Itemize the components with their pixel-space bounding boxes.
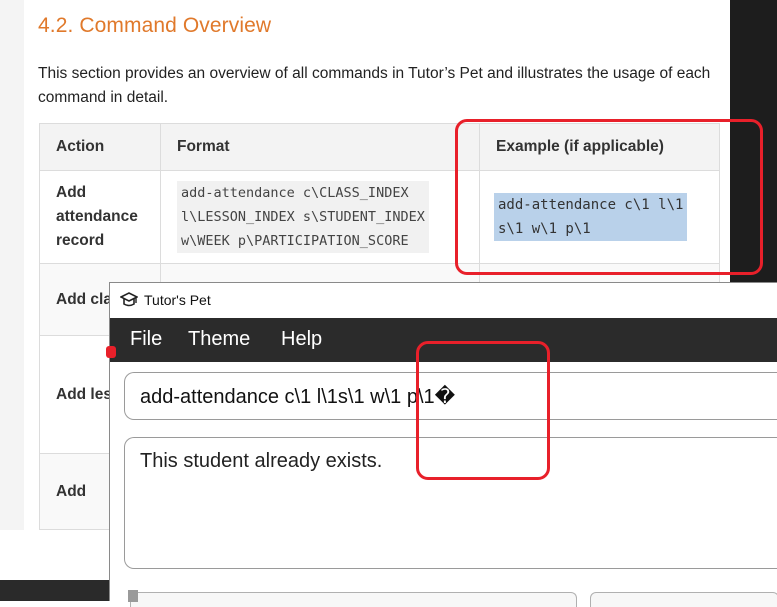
- action-line: Add: [56, 184, 87, 201]
- header-action: Action: [39, 123, 161, 171]
- result-message: This student already exists.: [140, 450, 383, 472]
- format-code[interactable]: add-attendance c\CLASS_INDEX l\LESSON_IN…: [177, 181, 429, 253]
- window-title: Tutor's Pet: [144, 292, 211, 308]
- section-intro: This section provides an overview of all…: [38, 65, 711, 106]
- menu-theme[interactable]: Theme: [188, 328, 250, 351]
- annotation-box-input: [416, 341, 550, 480]
- page-margin: [0, 0, 24, 530]
- command-input-text: add-attendance c\1 l\1s\1 w\1 p\1�: [140, 386, 456, 408]
- header-format: Format: [160, 123, 480, 171]
- window-titlebar[interactable]: Tutor's Pet: [110, 283, 777, 318]
- taskbar-edge: [0, 580, 112, 601]
- format-line: add-attendance c\CLASS_INDEX: [181, 185, 409, 201]
- action-line: attendance: [56, 208, 138, 225]
- menu-file[interactable]: File: [130, 328, 162, 351]
- format-line: w\WEEK p\PARTICIPATION_SCORE: [181, 233, 409, 249]
- list-panel-right[interactable]: [590, 592, 777, 607]
- scrollbar-thumb[interactable]: [128, 590, 138, 602]
- tutors-pet-app-icon: [120, 292, 138, 307]
- row-format-cell: add-attendance c\CLASS_INDEX l\LESSON_IN…: [160, 170, 480, 264]
- menu-help[interactable]: Help: [281, 328, 322, 351]
- format-line: l\LESSON_INDEX s\STUDENT_INDEX: [181, 209, 425, 225]
- section-title: 4.2. Command Overview: [38, 14, 272, 37]
- page-bottom: [0, 530, 112, 580]
- action-line: record: [56, 232, 105, 249]
- annotation-dot: [106, 346, 116, 358]
- annotation-box-example: [455, 119, 763, 275]
- list-panel-left[interactable]: [130, 592, 577, 607]
- row-action-cell: Add attendance record: [39, 170, 161, 264]
